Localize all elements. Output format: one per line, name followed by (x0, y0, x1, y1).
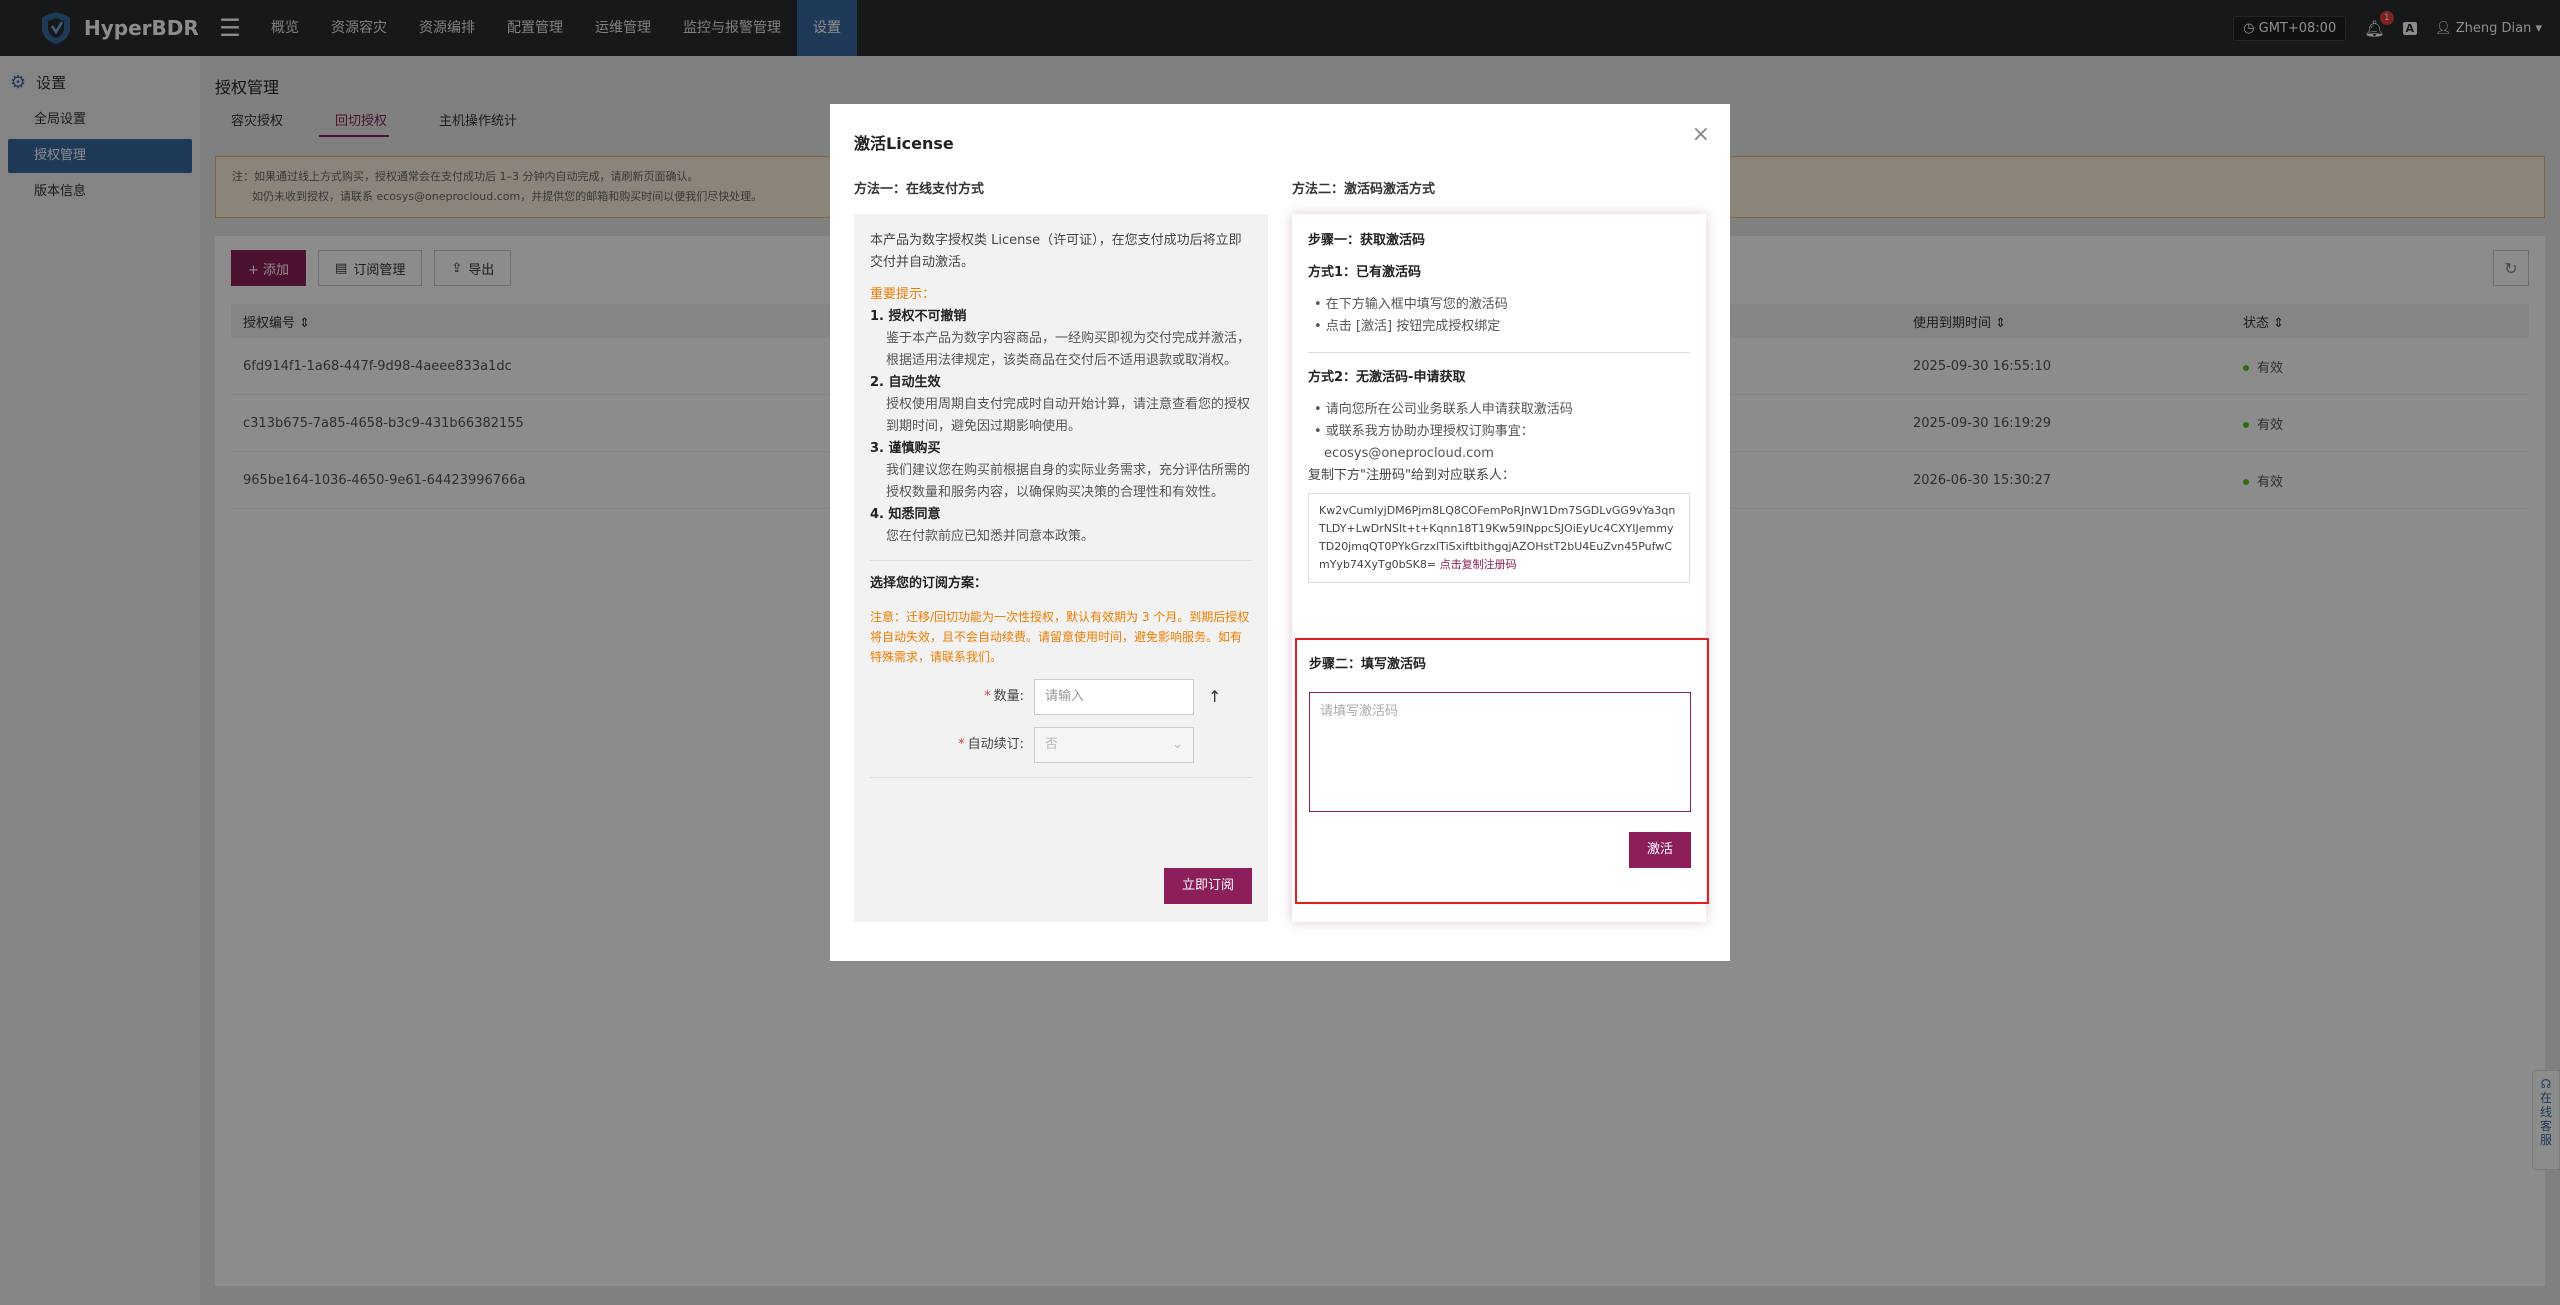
online-payment-box: 本产品为数字授权类 License（许可证），在您支付成功后将立即交付并自动激活… (854, 214, 1268, 922)
registration-code-box: Kw2vCumlyjDM6Pjm8LQ8COFemPoRJnW1Dm7SGDLv… (1308, 493, 1690, 583)
plan-title: 选择您的订阅方案： (870, 576, 988, 591)
chevron-down-icon: ⌄ (1172, 737, 1183, 752)
quantity-row: * 数量: 请输入 ↑ (870, 679, 1252, 715)
way2-title: 方式2：无激活码-申请获取 (1308, 370, 1466, 385)
copy-label: 复制下方"注册码"给到对应联系人： (1308, 468, 1515, 483)
auto-renew-select[interactable]: 否 ⌄ (1034, 727, 1194, 763)
way2-bullet: • 请向您所在公司业务联系人申请获取激活码 (1314, 402, 1573, 417)
step2-title: 步骤二：填写激活码 (1309, 657, 1427, 672)
activation-code-textarea[interactable]: 请填写激活码 (1309, 692, 1691, 812)
modal-title: 激活License (854, 134, 954, 153)
method-code-title: 方法二：激活码激活方式 (1292, 182, 1436, 197)
tip-item-title: 1. 授权不可撤销 (870, 309, 967, 324)
quantity-input[interactable]: 请输入 (1034, 679, 1194, 715)
activation-code-box: 步骤一：获取激活码 方式1：已有激活码 • 在下方输入框中填写您的激活码 • 点… (1292, 214, 1709, 922)
payment-intro: 本产品为数字授权类 License（许可证），在您支付成功后将立即交付并自动激活… (870, 233, 1242, 270)
activate-button[interactable]: 激活 (1628, 832, 1691, 868)
tip-item-title: 3. 谨慎购买 (870, 441, 941, 456)
divider (870, 777, 1252, 778)
step2-section: 步骤二：填写激活码 请填写激活码 激活 (1295, 638, 1709, 904)
auto-renew-label: * 自动续订: (958, 737, 1024, 752)
tip-item-body: 授权使用周期自支付完成时自动开始计算，请注意查看您的授权到期时间，避免因过期影响… (886, 397, 1251, 434)
important-tip-title: 重要提示： (870, 287, 936, 302)
contact-email: ecosys@oneprocloud.com (1324, 446, 1494, 461)
close-icon[interactable]: × (1692, 122, 1710, 147)
step1-title: 步骤一：获取激活码 (1308, 233, 1426, 248)
quantity-label: * 数量: (984, 689, 1024, 704)
activate-license-modal: 激活License × 方法一：在线支付方式 方法二：激活码激活方式 本产品为数… (830, 104, 1730, 961)
tip-item-body: 您在付款前应已知悉并同意本政策。 (886, 529, 1095, 544)
way2-bullet: • 或联系我方协助办理授权订购事宜： (1314, 424, 1534, 439)
tip-item-title: 4. 知悉同意 (870, 507, 941, 522)
plan-notice: 注意：迁移/回切功能为一次性授权，默认有效期为 3 个月。到期后授权将自动失效，… (870, 610, 1250, 664)
way1-bullet: • 点击 [激活] 按钮完成授权绑定 (1314, 319, 1501, 334)
tip-item-title: 2. 自动生效 (870, 375, 941, 390)
divider (870, 560, 1252, 561)
tip-item-body: 我们建议您在购买前根据自身的实际业务需求，充分评估所需的授权数量和服务内容，以确… (886, 463, 1251, 500)
arrow-up-icon[interactable]: ↑ (1208, 686, 1221, 708)
way1-title: 方式1：已有激活码 (1308, 265, 1422, 280)
divider (1308, 352, 1690, 353)
copy-code-link[interactable]: 点击复制注册码 (1440, 558, 1517, 571)
tip-item-body: 鉴于本产品为数字内容商品，一经购买即视为交付完成并激活，根据适用法律规定，该类商… (886, 331, 1251, 368)
way1-bullet: • 在下方输入框中填写您的激活码 (1314, 297, 1508, 312)
subscribe-button[interactable]: 立即订阅 (1163, 868, 1252, 904)
method-online-title: 方法一：在线支付方式 (854, 182, 985, 197)
auto-renew-value: 否 (1045, 737, 1059, 752)
auto-renew-row: * 自动续订: 否 ⌄ (870, 727, 1252, 763)
